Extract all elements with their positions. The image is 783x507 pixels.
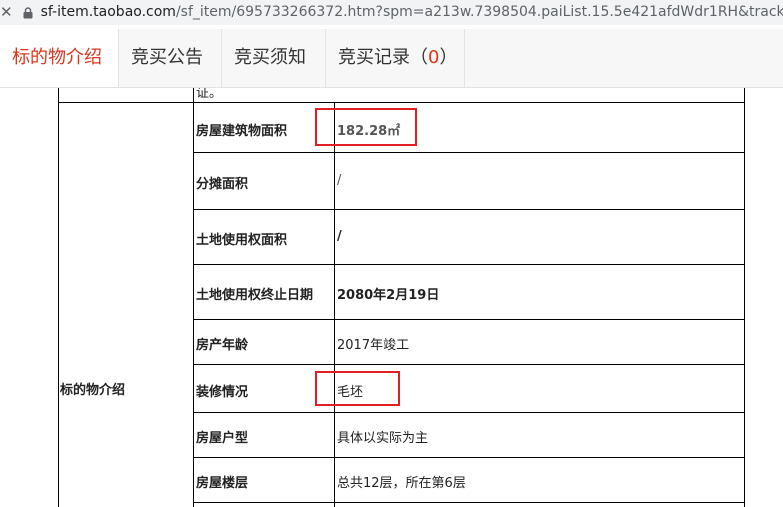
url-text[interactable]: sf-item.taobao.com/sf_item/695733266372.…: [41, 0, 783, 25]
row-value: 总共12层，所在第6层: [337, 476, 466, 491]
row-label: 房屋建筑物面积: [196, 124, 288, 139]
tab-item-intro[interactable]: 标的物介绍: [0, 29, 119, 87]
row-value: 2017年竣工: [337, 338, 410, 353]
row-label: 房屋户型: [196, 431, 249, 446]
tab-bar: 标的物介绍 竞买公告 竞买须知 竞买记录（0）: [0, 29, 783, 88]
row-value: /: [337, 229, 342, 244]
tab-instructions[interactable]: 竞买须知: [222, 29, 326, 87]
lock-icon: [23, 0, 33, 25]
row-value: 具体以实际为主: [337, 431, 429, 446]
row-label: 装修情况: [196, 385, 249, 400]
tab-label: 竞买须知: [234, 47, 306, 68]
close-icon[interactable]: ✕: [0, 0, 13, 25]
tab-bid-records[interactable]: 竞买记录（0）: [326, 29, 465, 87]
row-value: /: [337, 173, 342, 188]
row-label: 分摊面积: [196, 177, 249, 192]
highlight-box-decoration: [315, 371, 400, 406]
row-label: 房产年龄: [196, 338, 249, 353]
tab-label: 竞买公告: [131, 47, 203, 68]
address-bar[interactable]: ✕ sf-item.taobao.com/sf_item/69573326637…: [0, 0, 783, 25]
row-label: 土地使用权面积: [196, 233, 288, 248]
tab-label: 竞买记录: [338, 47, 410, 68]
previous-row-text: 证。: [196, 88, 223, 101]
tab-announcement[interactable]: 竞买公告: [119, 29, 222, 87]
bid-count: 0: [428, 47, 440, 68]
row-value: 2080年2月19日: [337, 288, 440, 303]
tab-label: 标的物介绍: [12, 47, 102, 68]
section-label: 标的物介绍: [60, 383, 126, 398]
highlight-box-area: [315, 108, 417, 146]
row-label: 土地使用权终止日期: [196, 288, 314, 303]
row-label: 房屋楼层: [196, 476, 249, 491]
item-detail-table: 证。 标的物介绍 房屋建筑物面积 182.28㎡ 分摊面积 / 土地使用权面积 …: [0, 88, 783, 507]
